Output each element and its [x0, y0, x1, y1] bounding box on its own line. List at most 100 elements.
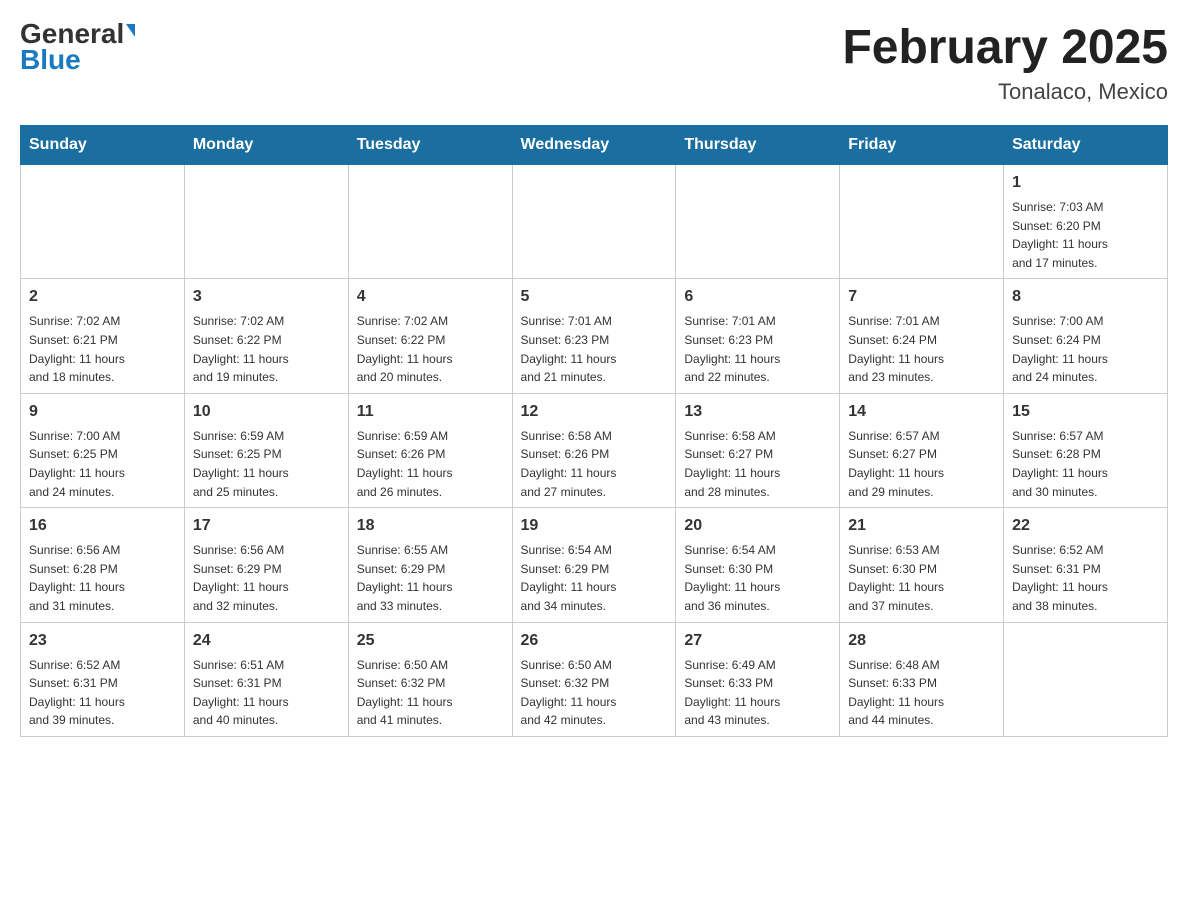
day-number: 17 — [193, 514, 340, 538]
day-number: 26 — [521, 629, 668, 653]
day-number: 1 — [1012, 171, 1159, 195]
logo-blue: Blue — [20, 44, 81, 76]
day-info: Sunrise: 7:00 AM Sunset: 6:24 PM Dayligh… — [1012, 312, 1159, 386]
day-info: Sunrise: 7:01 AM Sunset: 6:24 PM Dayligh… — [848, 312, 995, 386]
logo-triangle-icon — [126, 24, 135, 37]
day-info: Sunrise: 6:50 AM Sunset: 6:32 PM Dayligh… — [521, 656, 668, 730]
col-thursday: Thursday — [676, 126, 840, 165]
col-sunday: Sunday — [21, 126, 185, 165]
col-friday: Friday — [840, 126, 1004, 165]
calendar-cell — [512, 165, 676, 279]
calendar-cell: 4 Sunrise: 7:02 AM Sunset: 6:22 PM Daylig… — [348, 279, 512, 393]
day-number: 6 — [684, 285, 831, 309]
day-info: Sunrise: 6:53 AM Sunset: 6:30 PM Dayligh… — [848, 541, 995, 615]
calendar-cell: 11 Sunrise: 6:59 AM Sunset: 6:26 PM Dayli… — [348, 393, 512, 507]
calendar-cell: 21 Sunrise: 6:53 AM Sunset: 6:30 PM Dayli… — [840, 508, 1004, 622]
calendar-cell: 20 Sunrise: 6:54 AM Sunset: 6:30 PM Dayli… — [676, 508, 840, 622]
day-info: Sunrise: 6:56 AM Sunset: 6:28 PM Dayligh… — [29, 541, 176, 615]
day-info: Sunrise: 6:56 AM Sunset: 6:29 PM Dayligh… — [193, 541, 340, 615]
day-number: 27 — [684, 629, 831, 653]
day-number: 8 — [1012, 285, 1159, 309]
day-number: 16 — [29, 514, 176, 538]
day-info: Sunrise: 7:02 AM Sunset: 6:22 PM Dayligh… — [357, 312, 504, 386]
day-info: Sunrise: 6:48 AM Sunset: 6:33 PM Dayligh… — [848, 656, 995, 730]
calendar-cell: 28 Sunrise: 6:48 AM Sunset: 6:33 PM Dayli… — [840, 622, 1004, 736]
day-number: 2 — [29, 285, 176, 309]
col-tuesday: Tuesday — [348, 126, 512, 165]
day-info: Sunrise: 6:54 AM Sunset: 6:29 PM Dayligh… — [521, 541, 668, 615]
day-number: 18 — [357, 514, 504, 538]
calendar-header-row: Sunday Monday Tuesday Wednesday Thursday… — [21, 126, 1168, 165]
week-row-1: 1Sunrise: 7:03 AM Sunset: 6:20 PM Daylig… — [21, 165, 1168, 279]
calendar-cell: 16 Sunrise: 6:56 AM Sunset: 6:28 PM Dayli… — [21, 508, 185, 622]
day-info: Sunrise: 6:57 AM Sunset: 6:27 PM Dayligh… — [848, 427, 995, 501]
location: Tonalaco, Mexico — [842, 79, 1168, 105]
calendar-cell: 9 Sunrise: 7:00 AM Sunset: 6:25 PM Daylig… — [21, 393, 185, 507]
day-info: Sunrise: 6:59 AM Sunset: 6:25 PM Dayligh… — [193, 427, 340, 501]
day-info: Sunrise: 7:01 AM Sunset: 6:23 PM Dayligh… — [684, 312, 831, 386]
calendar-cell — [1004, 622, 1168, 736]
calendar-cell: 2 Sunrise: 7:02 AM Sunset: 6:21 PM Daylig… — [21, 279, 185, 393]
week-row-4: 16 Sunrise: 6:56 AM Sunset: 6:28 PM Dayli… — [21, 508, 1168, 622]
calendar-cell: 5 Sunrise: 7:01 AM Sunset: 6:23 PM Daylig… — [512, 279, 676, 393]
day-number: 12 — [521, 400, 668, 424]
day-info: Sunrise: 6:50 AM Sunset: 6:32 PM Dayligh… — [357, 656, 504, 730]
day-number: 21 — [848, 514, 995, 538]
title-section: February 2025 Tonalaco, Mexico — [842, 20, 1168, 105]
day-info: Sunrise: 6:55 AM Sunset: 6:29 PM Dayligh… — [357, 541, 504, 615]
calendar-cell: 19Sunrise: 6:54 AM Sunset: 6:29 PM Dayli… — [512, 508, 676, 622]
calendar-cell: 23 Sunrise: 6:52 AM Sunset: 6:31 PM Dayli… — [21, 622, 185, 736]
day-number: 9 — [29, 400, 176, 424]
calendar-cell: 22 Sunrise: 6:52 AM Sunset: 6:31 PM Dayli… — [1004, 508, 1168, 622]
calendar-cell: 13 Sunrise: 6:58 AM Sunset: 6:27 PM Dayli… — [676, 393, 840, 507]
day-number: 15 — [1012, 400, 1159, 424]
day-info: Sunrise: 7:02 AM Sunset: 6:22 PM Dayligh… — [193, 312, 340, 386]
calendar-cell: 7 Sunrise: 7:01 AM Sunset: 6:24 PM Daylig… — [840, 279, 1004, 393]
week-row-2: 2 Sunrise: 7:02 AM Sunset: 6:21 PM Daylig… — [21, 279, 1168, 393]
page-header: General Blue February 2025 Tonalaco, Mex… — [20, 20, 1168, 105]
calendar-cell: 12 Sunrise: 6:58 AM Sunset: 6:26 PM Dayli… — [512, 393, 676, 507]
day-number: 11 — [357, 400, 504, 424]
calendar-cell: 24 Sunrise: 6:51 AM Sunset: 6:31 PM Dayli… — [184, 622, 348, 736]
calendar-cell — [21, 165, 185, 279]
day-info: Sunrise: 6:57 AM Sunset: 6:28 PM Dayligh… — [1012, 427, 1159, 501]
calendar-table: Sunday Monday Tuesday Wednesday Thursday… — [20, 125, 1168, 737]
day-info: Sunrise: 6:59 AM Sunset: 6:26 PM Dayligh… — [357, 427, 504, 501]
day-info: Sunrise: 6:51 AM Sunset: 6:31 PM Dayligh… — [193, 656, 340, 730]
day-number: 23 — [29, 629, 176, 653]
calendar-cell: 3 Sunrise: 7:02 AM Sunset: 6:22 PM Daylig… — [184, 279, 348, 393]
day-number: 5 — [521, 285, 668, 309]
calendar-cell: 18 Sunrise: 6:55 AM Sunset: 6:29 PM Dayli… — [348, 508, 512, 622]
day-number: 3 — [193, 285, 340, 309]
calendar-cell: 27Sunrise: 6:49 AM Sunset: 6:33 PM Dayli… — [676, 622, 840, 736]
day-number: 22 — [1012, 514, 1159, 538]
day-info: Sunrise: 7:02 AM Sunset: 6:21 PM Dayligh… — [29, 312, 176, 386]
month-title: February 2025 — [842, 20, 1168, 75]
day-number: 20 — [684, 514, 831, 538]
day-info: Sunrise: 6:58 AM Sunset: 6:26 PM Dayligh… — [521, 427, 668, 501]
day-info: Sunrise: 7:01 AM Sunset: 6:23 PM Dayligh… — [521, 312, 668, 386]
day-number: 10 — [193, 400, 340, 424]
day-number: 4 — [357, 285, 504, 309]
calendar-cell — [676, 165, 840, 279]
day-number: 13 — [684, 400, 831, 424]
day-info: Sunrise: 7:00 AM Sunset: 6:25 PM Dayligh… — [29, 427, 176, 501]
day-number: 7 — [848, 285, 995, 309]
day-info: Sunrise: 6:52 AM Sunset: 6:31 PM Dayligh… — [29, 656, 176, 730]
day-number: 24 — [193, 629, 340, 653]
day-info: Sunrise: 6:54 AM Sunset: 6:30 PM Dayligh… — [684, 541, 831, 615]
calendar-cell: 14 Sunrise: 6:57 AM Sunset: 6:27 PM Dayli… — [840, 393, 1004, 507]
day-info: Sunrise: 6:58 AM Sunset: 6:27 PM Dayligh… — [684, 427, 831, 501]
calendar-cell: 15 Sunrise: 6:57 AM Sunset: 6:28 PM Dayli… — [1004, 393, 1168, 507]
calendar-cell — [840, 165, 1004, 279]
day-info: Sunrise: 6:52 AM Sunset: 6:31 PM Dayligh… — [1012, 541, 1159, 615]
col-monday: Monday — [184, 126, 348, 165]
week-row-5: 23 Sunrise: 6:52 AM Sunset: 6:31 PM Dayli… — [21, 622, 1168, 736]
calendar-cell: 26 Sunrise: 6:50 AM Sunset: 6:32 PM Dayli… — [512, 622, 676, 736]
day-number: 28 — [848, 629, 995, 653]
day-number: 14 — [848, 400, 995, 424]
week-row-3: 9 Sunrise: 7:00 AM Sunset: 6:25 PM Daylig… — [21, 393, 1168, 507]
col-saturday: Saturday — [1004, 126, 1168, 165]
day-number: 25 — [357, 629, 504, 653]
calendar-cell: 8 Sunrise: 7:00 AM Sunset: 6:24 PM Daylig… — [1004, 279, 1168, 393]
